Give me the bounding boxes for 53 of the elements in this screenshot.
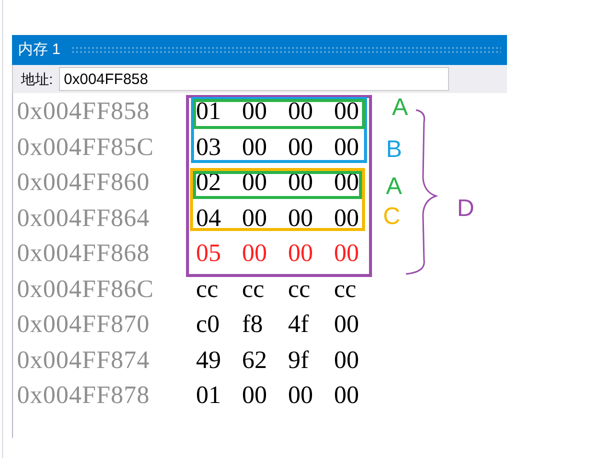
byte-value: 00: [334, 170, 360, 196]
byte-value: 00: [334, 99, 360, 124]
annotation-letter: B: [386, 138, 402, 162]
byte-value: 00: [288, 241, 314, 266]
byte-value: 00: [242, 134, 268, 160]
byte-value: 00: [242, 206, 268, 231]
byte-value: cc: [334, 276, 358, 302]
byte-value: 04: [196, 206, 222, 231]
byte-value: 00: [334, 348, 360, 373]
annotation-letter: D: [457, 197, 474, 221]
byte-value: 9f: [288, 348, 310, 373]
byte-value: 00: [334, 312, 360, 338]
byte-value: 00: [242, 241, 268, 266]
byte-value: cc: [196, 276, 220, 302]
byte-value: 01: [196, 99, 222, 124]
byte-value: 00: [288, 383, 314, 408]
memory-address: 0x004FF870: [16, 312, 151, 338]
memory-address: 0x004FF878: [16, 383, 151, 408]
byte-value: 00: [288, 134, 314, 160]
byte-value: c0: [196, 312, 221, 338]
memory-address: 0x004FF85C: [16, 134, 155, 160]
window-title: 内存 1: [18, 40, 61, 60]
byte-value: 00: [334, 383, 360, 408]
byte-value: 00: [288, 206, 314, 231]
memory-address: 0x004FF86C: [16, 276, 155, 302]
memory-address: 0x004FF868: [16, 241, 151, 266]
byte-value: 00: [288, 170, 314, 196]
byte-value: 02: [196, 170, 222, 196]
byte-value: 00: [242, 99, 268, 124]
byte-value: 49: [196, 348, 222, 373]
byte-value: 00: [288, 99, 314, 124]
byte-value: 00: [242, 383, 268, 408]
byte-value: 00: [334, 241, 360, 266]
annotation-letter: A: [392, 96, 408, 120]
annotation-letter: C: [383, 205, 400, 229]
byte-value: 62: [242, 348, 268, 373]
byte-value: 05: [196, 241, 222, 266]
memory-address: 0x004FF874: [16, 348, 151, 373]
byte-value: 03: [196, 134, 222, 160]
address-label: 地址:: [21, 70, 53, 88]
memory-address: 0x004FF860: [16, 170, 151, 196]
memory-address: 0x004FF858: [16, 99, 151, 124]
byte-value: cc: [288, 276, 312, 302]
annotation-letter: A: [386, 175, 402, 199]
byte-value: 01: [196, 383, 222, 408]
memory-address: 0x004FF864: [16, 206, 151, 231]
address-field[interactable]: 0x004FF858: [58, 67, 449, 91]
byte-value: 00: [242, 170, 268, 196]
byte-value: 00: [334, 206, 360, 231]
byte-value: cc: [242, 276, 266, 302]
byte-value: f8: [242, 312, 264, 338]
byte-value: 4f: [288, 312, 310, 338]
byte-value: 00: [334, 134, 360, 160]
